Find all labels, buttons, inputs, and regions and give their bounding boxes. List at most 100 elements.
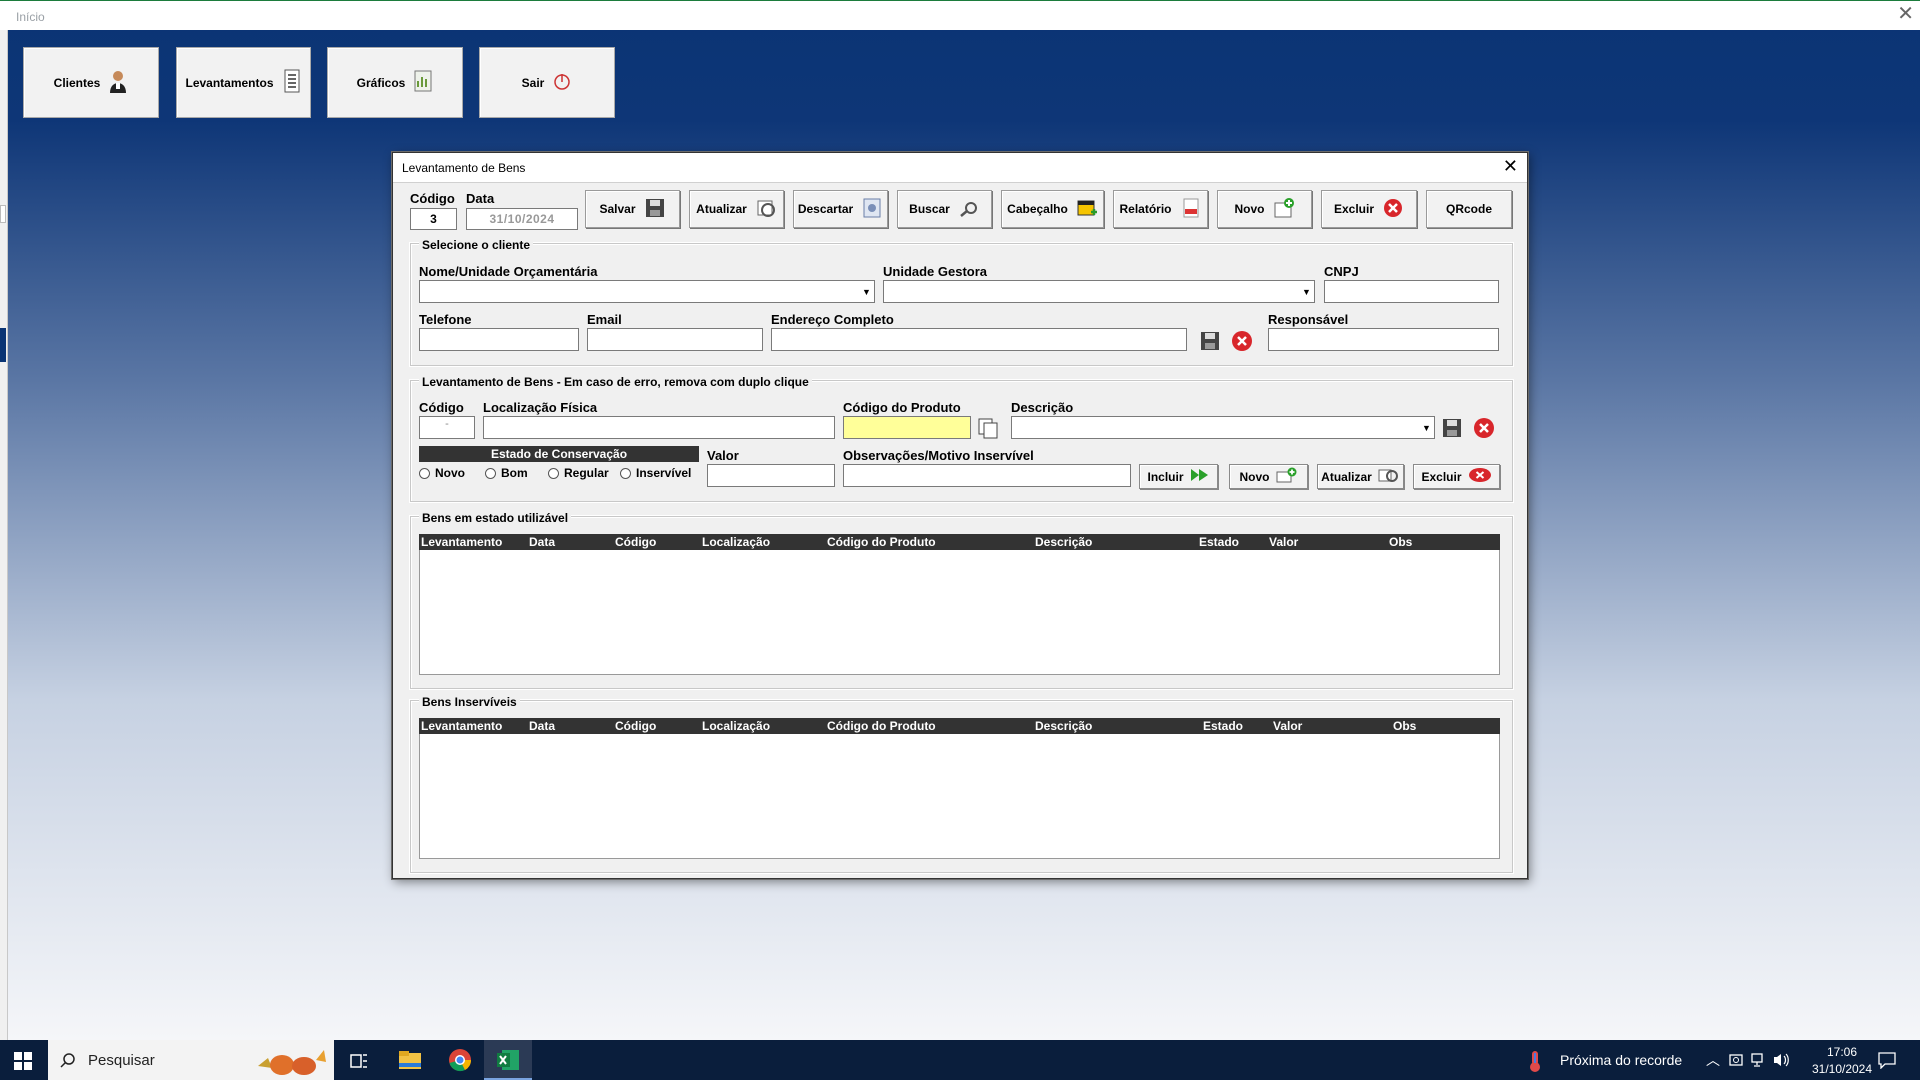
app-close-icon[interactable]: ✕	[1897, 4, 1914, 24]
excel-icon	[496, 1048, 520, 1075]
client-delete-icon[interactable]	[1231, 330, 1253, 355]
app-title: Início	[16, 10, 45, 24]
bens-codigo-field[interactable]: -	[419, 416, 475, 439]
dialog-close-icon[interactable]: ✕	[1503, 157, 1518, 175]
telefone-field[interactable]	[419, 328, 579, 351]
dialog-title: Levantamento de Bens	[402, 161, 526, 175]
data-field[interactable]: 31/10/2024	[466, 208, 578, 230]
responsavel-field[interactable]	[1268, 328, 1499, 351]
taskbar-search[interactable]: Pesquisar	[48, 1040, 334, 1080]
endereco-field[interactable]	[771, 328, 1187, 351]
col-estado: Estado	[1199, 535, 1240, 549]
utilizavel-grid-header: Levantamento Data Código Localização Cód…	[419, 534, 1500, 550]
bens-atualizar-button[interactable]: Atualizar	[1317, 464, 1404, 489]
col-levantamento: Levantamento	[421, 719, 503, 733]
chevron-down-icon[interactable]: ▼	[1298, 281, 1314, 302]
chevron-down-icon[interactable]: ▼	[858, 281, 874, 302]
atualizar-label: Atualizar	[696, 202, 747, 216]
radio-regular[interactable]: Regular	[548, 466, 609, 480]
bens-novo-button[interactable]: Novo	[1229, 464, 1308, 489]
file-explorer-icon[interactable]	[398, 1049, 422, 1074]
bens-delete-icon[interactable]	[1473, 417, 1495, 442]
delete-icon	[1382, 197, 1404, 222]
sair-label: Sair	[521, 75, 545, 90]
clientes-button[interactable]: Clientes	[23, 47, 159, 118]
inserviveis-grid-header: Levantamento Data Código Localização Cód…	[419, 718, 1500, 734]
qrcode-button[interactable]: QRcode	[1426, 190, 1512, 228]
col-levantamento: Levantamento	[421, 535, 503, 549]
incluir-button[interactable]: Incluir	[1139, 464, 1218, 489]
clock-time[interactable]: 17:06	[1814, 1045, 1870, 1059]
codigo-field[interactable]: 3	[410, 208, 457, 230]
descricao-label: Descrição	[1011, 400, 1074, 415]
cabecalho-button[interactable]: Cabeçalho	[1001, 190, 1104, 228]
bens-section-title: Levantamento de Bens - Em caso de erro, …	[419, 375, 812, 389]
windows-start-icon[interactable]	[14, 1052, 32, 1073]
col-data: Data	[529, 719, 556, 733]
unidade-combo[interactable]: ▼	[883, 280, 1315, 303]
valor-field[interactable]	[707, 464, 835, 487]
levantamentos-button[interactable]: Levantamentos	[176, 47, 311, 118]
app-titlebar: Início ✕	[0, 0, 1920, 30]
unidade-label: Unidade Gestora	[883, 264, 988, 279]
descartar-button[interactable]: Descartar	[793, 190, 888, 228]
salvar-button[interactable]: Salvar	[585, 190, 680, 228]
col-valor: Valor	[1273, 719, 1303, 733]
excluir-label: Excluir	[1333, 202, 1375, 216]
email-field[interactable]	[587, 328, 763, 351]
chevron-up-icon[interactable]: ︿	[1706, 1050, 1720, 1070]
atualizar-button[interactable]: Atualizar	[689, 190, 784, 228]
sair-button[interactable]: Sair	[479, 47, 615, 118]
col-descricao: Descrição	[1035, 719, 1093, 733]
relatorio-button[interactable]: Relatório	[1113, 190, 1208, 228]
task-view-icon[interactable]	[350, 1052, 368, 1073]
client-save-icon[interactable]	[1199, 330, 1221, 355]
search-placeholder: Pesquisar	[88, 1052, 155, 1069]
copy-icon[interactable]	[977, 417, 999, 442]
codigo-produto-field[interactable]	[843, 416, 971, 439]
salvar-label: Salvar	[599, 202, 636, 216]
radio-inservivel[interactable]: Inservível	[620, 466, 691, 480]
bens-save-icon[interactable]	[1441, 417, 1463, 442]
graficos-button[interactable]: Gráficos	[327, 47, 463, 118]
levantamento-dialog: Levantamento de Bens ✕ Código 3 Data 31/…	[392, 152, 1528, 879]
col-obs: Obs	[1389, 535, 1413, 549]
nome-combo[interactable]: ▼	[419, 280, 875, 303]
obs-field[interactable]	[843, 464, 1131, 487]
buscar-button[interactable]: Buscar	[897, 190, 992, 228]
chrome-icon[interactable]	[448, 1048, 472, 1075]
radio-novo[interactable]: Novo	[419, 466, 465, 480]
cnpj-field[interactable]	[1324, 280, 1499, 303]
weather-text[interactable]: Próxima do recorde	[1560, 1052, 1682, 1068]
client-section-title: Selecione o cliente	[419, 238, 534, 252]
chevron-down-icon[interactable]: ▼	[1418, 417, 1434, 438]
qrcode-label: QRcode	[1445, 202, 1492, 216]
save-icon	[644, 197, 666, 222]
utilizavel-grid[interactable]	[419, 535, 1500, 675]
bens-excluir-button[interactable]: Excluir	[1413, 464, 1500, 489]
descricao-combo[interactable]: ▼	[1011, 416, 1435, 439]
volume-icon[interactable]	[1772, 1052, 1790, 1071]
novo-button[interactable]: Novo	[1217, 190, 1312, 228]
descartar-label: Descartar	[797, 202, 854, 216]
thermometer-icon[interactable]	[1528, 1049, 1542, 1076]
header-icon	[1076, 197, 1098, 222]
estado-radio-group: Novo Bom Regular Inservível	[419, 466, 709, 482]
inserviveis-grid[interactable]	[419, 719, 1500, 859]
clock-date[interactable]: 31/10/2024	[1808, 1062, 1876, 1076]
excluir-button[interactable]: Excluir	[1321, 190, 1417, 228]
obs-label: Observações/Motivo Inservível	[843, 448, 1034, 463]
endereco-label: Endereço Completo	[771, 312, 894, 327]
camera-icon[interactable]	[1728, 1052, 1744, 1071]
network-icon[interactable]	[1750, 1052, 1766, 1071]
edge-marker	[0, 328, 6, 362]
localizacao-field[interactable]	[483, 416, 835, 439]
taskbar: Pesquisar Próxima do recorde ︿ 17:06 31/…	[0, 1040, 1920, 1080]
radio-bom[interactable]: Bom	[485, 466, 528, 480]
discard-icon	[861, 197, 883, 222]
notification-icon[interactable]	[1878, 1051, 1896, 1072]
pdf-icon	[1180, 197, 1202, 222]
buscar-label: Buscar	[909, 202, 950, 216]
left-edge-strip	[0, 30, 8, 1041]
excel-taskbar-item[interactable]	[484, 1040, 532, 1080]
